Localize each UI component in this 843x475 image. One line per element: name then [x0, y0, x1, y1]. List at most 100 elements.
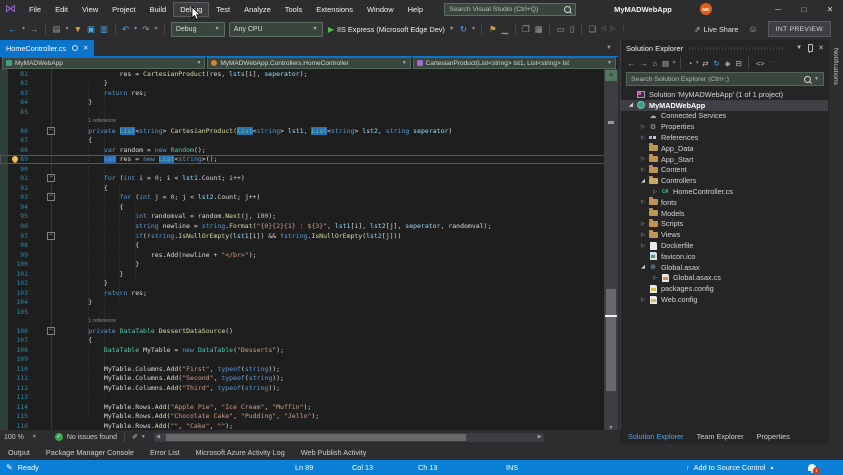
menu-help[interactable]: Help: [401, 2, 430, 17]
close-tab-icon[interactable]: ✕: [83, 44, 88, 52]
pin-icon[interactable]: [808, 44, 813, 52]
close-button[interactable]: ✕: [817, 0, 843, 18]
start-debugging-button[interactable]: ▶ IIS Express (Microsoft Edge Dev) ▼: [328, 25, 454, 34]
menu-analyze[interactable]: Analyze: [237, 2, 278, 17]
nest-files-icon[interactable]: ◈: [722, 59, 733, 68]
collapse-region-icon[interactable]: −: [47, 193, 55, 201]
refresh-dropdown[interactable]: ▾: [469, 19, 477, 39]
feedback-icon[interactable]: ☺: [748, 24, 757, 34]
close-panel-icon[interactable]: ✕: [818, 44, 824, 52]
tree-item-solution-mymadwebapp-1-of-1-project-[interactable]: Solution 'MyMADWebApp' (1 of 1 project): [621, 89, 829, 100]
code-line[interactable]: 82}: [0, 79, 618, 89]
back-icon[interactable]: ←: [625, 59, 638, 68]
type-dropdown[interactable]: MyMADWebApp.Controllers.HomeController ▼: [207, 57, 410, 69]
open-folder-icon[interactable]: ▼: [71, 19, 84, 39]
code-line[interactable]: 103return res;: [0, 288, 618, 298]
expander-collapsed-icon[interactable]: ▷: [639, 243, 647, 249]
menu-project[interactable]: Project: [105, 2, 142, 17]
code-line[interactable]: 113: [0, 393, 618, 403]
code-line[interactable]: 102}: [0, 278, 618, 288]
tab-list-dropdown-icon[interactable]: ▼: [606, 45, 618, 51]
code-line[interactable]: 105: [0, 307, 618, 317]
expander-collapsed-icon[interactable]: ▷: [639, 124, 647, 130]
tree-item-app-start[interactable]: ▷App_Start: [621, 154, 829, 165]
expander-collapsed-icon[interactable]: ▷: [639, 232, 647, 238]
code-line[interactable]: 86−private List<string> CartesianProduct…: [0, 126, 618, 136]
add-to-source-control-button[interactable]: ↑ Add to Source Control ▲: [686, 460, 774, 475]
nav-back-dropdown[interactable]: ▾: [20, 19, 28, 39]
paste-icon[interactable]: ▦: [532, 19, 545, 39]
expander-collapsed-icon[interactable]: ▷: [639, 297, 647, 303]
code-line[interactable]: 104}: [0, 297, 618, 307]
code-line[interactable]: 98{: [0, 240, 618, 250]
code-line[interactable]: 99res.Add(newline + "</br>");: [0, 250, 618, 260]
tree-item-mymadwebapp[interactable]: ◢MyMADWebApp: [621, 100, 829, 111]
menu-view[interactable]: View: [75, 2, 105, 17]
more-commands-icon[interactable]: ⋮: [618, 19, 629, 39]
sync-active-document-icon[interactable]: ⇄: [700, 59, 711, 68]
split-editor-icon[interactable]: +: [605, 70, 617, 81]
expander-collapsed-icon[interactable]: ▷: [639, 135, 647, 141]
solution-platform-dropdown[interactable]: Any CPU▼: [229, 22, 323, 37]
tab-team-explorer[interactable]: Team Explorer: [697, 432, 744, 441]
save-icon[interactable]: ▣: [84, 19, 97, 39]
code-line[interactable]: 93−for (int j = 0; j < lst2.Count; j++): [0, 193, 618, 203]
forward-icon[interactable]: →: [638, 59, 651, 68]
undo-dropdown[interactable]: ▾: [132, 19, 140, 39]
code-line[interactable]: 115MyTable.Rows.Add("Chocolate Cake", "P…: [0, 412, 618, 422]
tab-error-list[interactable]: Error List: [150, 448, 180, 457]
code-line[interactable]: 101}: [0, 269, 618, 279]
tree-item-connected-services[interactable]: ☁Connected Services: [621, 111, 829, 122]
live-share-button[interactable]: ⇗ Live Share: [694, 25, 739, 34]
code-line[interactable]: 88var random = new Random();: [0, 145, 618, 155]
tree-item-web-config[interactable]: ▷Web.config: [621, 294, 829, 305]
expander-collapsed-icon[interactable]: ▷: [651, 275, 659, 281]
document-health-indicator[interactable]: ✓ No issues found: [55, 433, 117, 441]
tree-item-dockerfile[interactable]: ▷Dockerfile: [621, 240, 829, 251]
scroll-left-icon[interactable]: ◀: [156, 433, 160, 442]
switch-views-icon[interactable]: ▤: [660, 59, 672, 68]
code-line[interactable]: 94{: [0, 202, 618, 212]
tree-item-references[interactable]: ▷References: [621, 132, 829, 143]
code-line[interactable]: 107{: [0, 335, 618, 345]
collapse-region-icon[interactable]: −: [47, 327, 55, 335]
tab-output[interactable]: Output: [8, 448, 30, 457]
notifications-button[interactable]: 1: [808, 460, 816, 475]
collapse-all-icon[interactable]: ⊟: [733, 59, 744, 68]
expander-collapsed-icon[interactable]: ▷: [639, 167, 647, 173]
menu-test[interactable]: Test: [209, 2, 237, 17]
code-line[interactable]: 111MyTable.Columns.Add("Second", typeof(…: [0, 374, 618, 384]
tree-item-views[interactable]: ▷Views: [621, 229, 829, 240]
tab-solution-explorer[interactable]: Solution Explorer: [628, 432, 684, 441]
preview-code-icon[interactable]: <>: [753, 59, 767, 68]
code-line[interactable]: 110MyTable.Columns.Add("First", typeof(s…: [0, 364, 618, 374]
code-line[interactable]: 114MyTable.Rows.Add("Apple Pie", "Ice Cr…: [0, 402, 618, 412]
menu-file[interactable]: File: [22, 2, 48, 17]
save-all-icon[interactable]: ▥: [98, 19, 111, 39]
scrollbar-thumb[interactable]: [166, 434, 466, 441]
expander-collapsed-icon[interactable]: ▷: [639, 221, 647, 227]
vertical-scrollbar[interactable]: ▲ ▼: [604, 69, 618, 431]
code-line[interactable]: 83return res;: [0, 88, 618, 98]
new-dropdown[interactable]: ▾: [63, 19, 71, 39]
tree-item-packages-config[interactable]: packages.config: [621, 283, 829, 294]
expander-collapsed-icon[interactable]: ▷: [639, 199, 647, 205]
tree-item-fonts[interactable]: ▷fonts: [621, 197, 829, 208]
menu-extensions[interactable]: Extensions: [309, 2, 360, 17]
menu-window[interactable]: Window: [360, 2, 401, 17]
code-line[interactable]: 109: [0, 354, 618, 364]
flag-icon[interactable]: ⚑: [486, 19, 499, 39]
redo-icon[interactable]: ↷: [140, 19, 152, 39]
tree-item-favicon-ico[interactable]: favicon.ico: [621, 251, 829, 262]
project-dropdown[interactable]: MyMADWebApp ▼: [2, 57, 205, 69]
codelens-row[interactable]: 1 reference: [0, 316, 618, 326]
zoom-level-dropdown[interactable]: 100 % ▼: [0, 434, 41, 441]
menu-build[interactable]: Build: [143, 2, 174, 17]
tree-item-global-asax[interactable]: ◢⊕Global.asax: [621, 262, 829, 273]
code-line[interactable]: 87{: [0, 136, 618, 146]
code-line[interactable]: 106−private DataTable DessertDataSource(…: [0, 326, 618, 336]
collapse-region-icon[interactable]: −: [47, 127, 55, 135]
tab-homecontroller[interactable]: HomeController.cs ✕: [0, 40, 94, 56]
tree-item-properties[interactable]: ▷⚙Properties: [621, 121, 829, 132]
solution-configuration-dropdown[interactable]: Debug▼: [171, 22, 225, 37]
